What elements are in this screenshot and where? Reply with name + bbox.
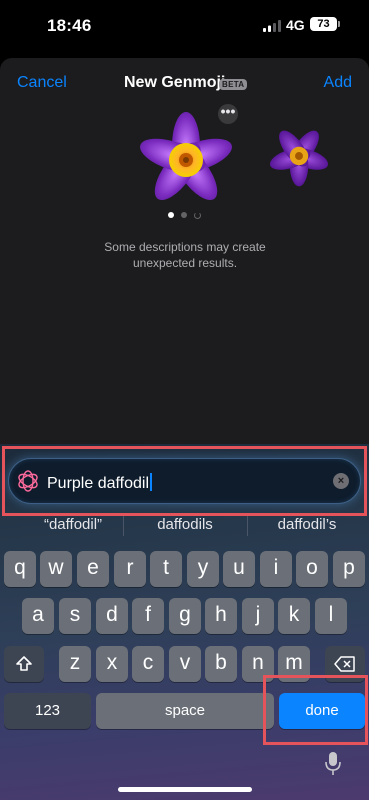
key-y[interactable]: y: [187, 551, 219, 587]
key-j[interactable]: j: [242, 598, 274, 634]
backspace-icon: [334, 656, 355, 672]
add-button[interactable]: Add: [324, 74, 352, 92]
key-k[interactable]: k: [278, 598, 310, 634]
key-q[interactable]: q: [4, 551, 36, 587]
key-g[interactable]: g: [169, 598, 201, 634]
space-key[interactable]: space: [96, 693, 274, 729]
numbers-key[interactable]: 123: [4, 693, 91, 729]
key-t[interactable]: t: [150, 551, 182, 587]
suggestion-divider: [123, 516, 124, 536]
cancel-button[interactable]: Cancel: [17, 74, 67, 92]
genmoji-flower-variant[interactable]: [266, 123, 332, 189]
key-f[interactable]: f: [132, 598, 164, 634]
annotation-highlight-done: [263, 675, 368, 745]
key-w[interactable]: w: [40, 551, 72, 587]
key-l[interactable]: l: [315, 598, 347, 634]
disclaimer-line-1: Some descriptions may create: [104, 240, 266, 254]
shift-icon: [16, 656, 32, 671]
network-type: 4G: [286, 17, 305, 33]
disclaimer-text: Some descriptions may create unexpected …: [60, 239, 310, 271]
status-time: 18:46: [47, 16, 92, 35]
page-dot: [181, 212, 187, 218]
key-c[interactable]: c: [132, 646, 164, 682]
key-x[interactable]: x: [96, 646, 128, 682]
key-z[interactable]: z: [59, 646, 91, 682]
status-bar: 18:46 4G 73: [0, 0, 369, 52]
key-p[interactable]: p: [333, 551, 365, 587]
key-a[interactable]: a: [22, 598, 54, 634]
page-indicator[interactable]: [166, 212, 206, 220]
key-s[interactable]: s: [59, 598, 91, 634]
key-d[interactable]: d: [96, 598, 128, 634]
cellular-signal-icon: [263, 20, 281, 32]
home-indicator: [118, 787, 252, 792]
suggestion-3[interactable]: daffodil’s: [252, 516, 362, 533]
battery-icon: 73: [310, 17, 340, 31]
key-b[interactable]: b: [205, 646, 237, 682]
page-dot-active: [168, 212, 174, 218]
key-u[interactable]: u: [223, 551, 255, 587]
key-i[interactable]: i: [260, 551, 292, 587]
key-h[interactable]: h: [205, 598, 237, 634]
sheet-title: New Genmoji: [124, 74, 226, 91]
key-v[interactable]: v: [169, 646, 201, 682]
microphone-icon[interactable]: [324, 751, 342, 777]
loading-spinner-icon: [194, 212, 201, 219]
genmoji-flower-main[interactable]: [136, 110, 236, 210]
shift-key[interactable]: [4, 646, 44, 682]
key-e[interactable]: e: [77, 551, 109, 587]
suggestion-2[interactable]: daffodils: [130, 516, 240, 533]
suggestion-1[interactable]: “daffodil”: [18, 516, 128, 533]
key-o[interactable]: o: [296, 551, 328, 587]
suggestion-divider: [247, 516, 248, 536]
annotation-highlight-input: [2, 446, 367, 516]
disclaimer-line-2: unexpected results.: [132, 256, 238, 270]
beta-badge: BETA: [219, 79, 248, 90]
key-r[interactable]: r: [114, 551, 146, 587]
